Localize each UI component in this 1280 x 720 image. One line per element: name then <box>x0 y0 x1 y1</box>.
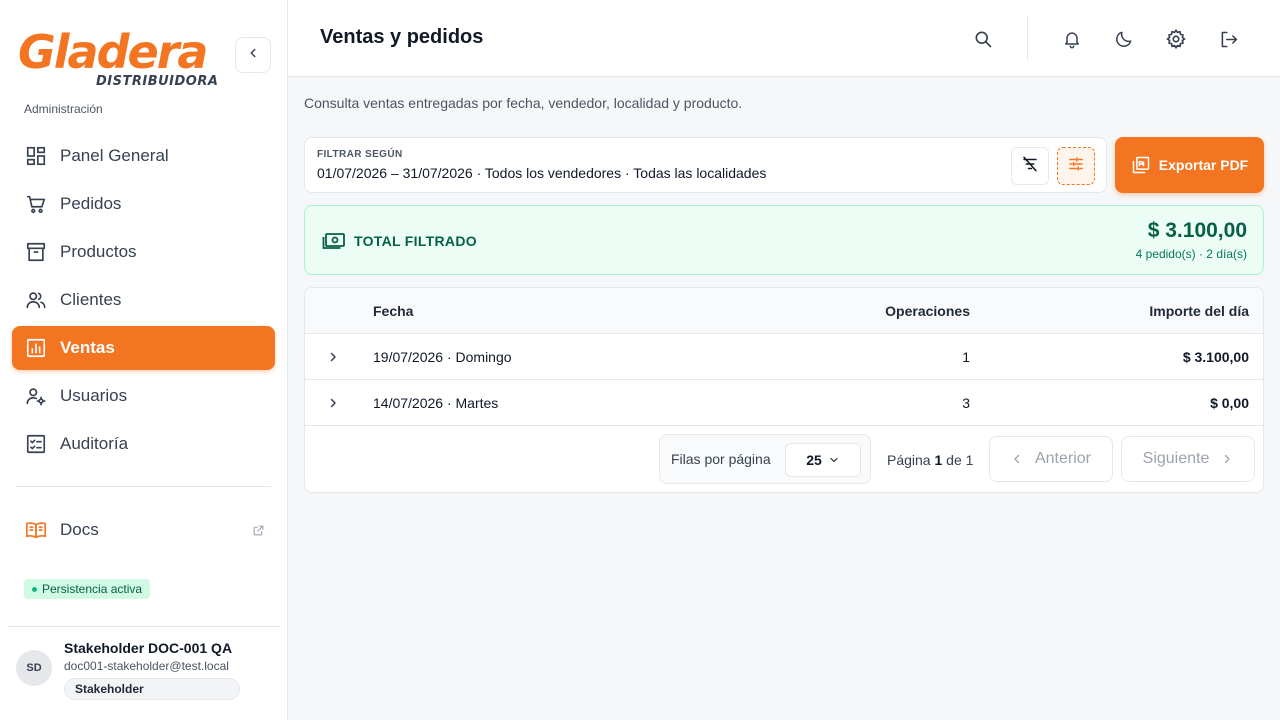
chart-icon <box>24 336 48 360</box>
sidebar: Gladera DISTRIBUIDORA Administración Pan… <box>0 0 288 720</box>
user-role-badge: Stakeholder <box>64 678 240 700</box>
sidebar-item-pedidos[interactable]: Pedidos <box>12 182 275 226</box>
status-dot-icon <box>32 586 37 592</box>
section-label: Administración <box>24 102 103 116</box>
filter-value: 01/07/2026 – 31/07/2026 · Todos los vend… <box>317 165 767 181</box>
sidebar-item-panel-general[interactable]: Panel General <box>12 134 275 178</box>
next-page-button[interactable]: Siguiente <box>1121 436 1255 482</box>
page-subtitle: Consulta ventas entregadas por fecha, ve… <box>304 95 743 111</box>
sidebar-item-label: Ventas <box>60 338 115 357</box>
column-header-importe[interactable]: Importe del día <box>1149 303 1249 319</box>
checklist-icon <box>24 432 48 456</box>
pdf-icon <box>1131 155 1151 175</box>
total-summary-card: TOTAL FILTRADO $ 3.100,00 4 pedido(s) · … <box>304 205 1264 275</box>
brand-tagline: DISTRIBUIDORA <box>96 74 219 89</box>
sidebar-divider <box>16 486 271 487</box>
previous-page-label: Anterior <box>1034 450 1092 467</box>
bell-icon[interactable] <box>1059 26 1085 52</box>
clear-filters-button[interactable] <box>1011 147 1049 185</box>
export-pdf-button[interactable]: Exportar PDF <box>1115 137 1264 193</box>
book-icon <box>24 518 48 542</box>
page-total: 1 <box>965 452 974 468</box>
moon-icon[interactable] <box>1111 26 1137 52</box>
chevron-down-icon <box>828 454 840 466</box>
money-icon <box>322 231 346 256</box>
rows-per-page-select[interactable]: 25 <box>785 443 861 477</box>
cell-fecha: 14/07/2026 · Martes <box>373 395 499 411</box>
cell-operaciones: 3 <box>962 395 970 411</box>
cell-operaciones: 1 <box>962 349 970 365</box>
status-badge-label: Persistencia activa <box>42 582 143 596</box>
sidebar-item-label: Usuarios <box>60 386 128 405</box>
page-sep: de <box>946 452 962 468</box>
sidebar-item-docs[interactable]: Docs <box>12 508 275 552</box>
chevron-left-icon <box>246 46 260 65</box>
table-header: Fecha Operaciones Importe del día <box>305 288 1263 334</box>
total-label: TOTAL FILTRADO <box>354 233 477 249</box>
sidebar-item-clientes[interactable]: Clientes <box>12 278 275 322</box>
sidebar-item-label: Auditoría <box>60 434 129 453</box>
sidebar-item-label: Pedidos <box>60 194 122 213</box>
sidebar-item-auditoria[interactable]: Auditoría <box>12 422 275 466</box>
user-gear-icon <box>24 384 48 408</box>
column-header-fecha[interactable]: Fecha <box>373 303 413 319</box>
brand-name: Gladera <box>18 25 208 79</box>
filter-summary[interactable]: FILTRAR SEGÚN 01/07/2026 – 31/07/2026 · … <box>304 137 1107 193</box>
page-indicator: Página 1 de 1 <box>887 452 973 468</box>
gear-icon[interactable] <box>1163 26 1189 52</box>
sidebar-item-label: Clientes <box>60 290 122 309</box>
sales-table: Fecha Operaciones Importe del día 19/07/… <box>304 287 1264 493</box>
sidebar-item-label: Productos <box>60 242 137 261</box>
chevron-right-icon[interactable] <box>325 349 341 365</box>
user-name: Stakeholder DOC-001 QA <box>64 640 233 656</box>
cell-importe: $ 0,00 <box>1210 395 1249 411</box>
avatar[interactable]: SD <box>16 650 52 686</box>
archive-icon <box>24 240 48 264</box>
user-divider <box>8 626 280 627</box>
header-divider <box>1027 16 1028 60</box>
sidebar-nav: Panel General Pedidos Productos Clientes… <box>12 134 275 470</box>
rows-per-page-label: Filas por página <box>671 451 771 467</box>
page-current: 1 <box>934 452 943 468</box>
users-icon <box>24 288 48 312</box>
sidebar-item-usuarios[interactable]: Usuarios <box>12 374 275 418</box>
search-icon[interactable] <box>970 26 996 52</box>
rows-per-page-value: 25 <box>806 452 822 468</box>
cell-importe: $ 3.100,00 <box>1182 349 1249 365</box>
rows-per-page: Filas por página 25 <box>659 434 871 484</box>
table-row[interactable]: 14/07/2026 · Martes 3 $ 0,00 <box>305 380 1263 426</box>
docs-label: Docs <box>60 520 99 539</box>
column-header-operaciones[interactable]: Operaciones <box>885 303 970 319</box>
brand-logo[interactable]: Gladera DISTRIBUIDORA <box>18 22 218 92</box>
status-badge: Persistencia activa <box>24 579 151 599</box>
previous-page-button[interactable]: Anterior <box>989 436 1113 482</box>
top-header: Ventas y pedidos <box>288 0 1280 77</box>
chevron-left-icon <box>1011 453 1023 465</box>
external-link-icon <box>252 522 265 542</box>
cart-icon <box>24 192 48 216</box>
chevron-right-icon[interactable] <box>325 395 341 411</box>
sidebar-item-ventas[interactable]: Ventas <box>12 326 275 370</box>
sidebar-item-label: Panel General <box>60 146 169 165</box>
filter-off-icon <box>1021 155 1039 178</box>
chevron-right-icon <box>1221 453 1233 465</box>
export-pdf-label: Exportar PDF <box>1158 157 1249 173</box>
user-email: doc001-stakeholder@test.local <box>64 659 229 673</box>
adjust-filters-button[interactable] <box>1057 147 1095 185</box>
table-row[interactable]: 19/07/2026 · Domingo 1 $ 3.100,00 <box>305 334 1263 380</box>
total-meta: 4 pedido(s) · 2 día(s) <box>1135 247 1247 261</box>
dashboard-icon <box>24 144 48 168</box>
filter-label: FILTRAR SEGÚN <box>317 149 403 160</box>
logout-icon[interactable] <box>1215 26 1241 52</box>
sliders-icon <box>1067 155 1085 178</box>
collapse-sidebar-button[interactable] <box>235 37 271 73</box>
total-amount: $ 3.100,00 <box>1147 219 1247 242</box>
page-title: Ventas y pedidos <box>320 26 484 48</box>
page-prefix: Página <box>887 452 931 468</box>
cell-fecha: 19/07/2026 · Domingo <box>373 349 512 365</box>
next-page-label: Siguiente <box>1142 450 1210 467</box>
sidebar-item-productos[interactable]: Productos <box>12 230 275 274</box>
